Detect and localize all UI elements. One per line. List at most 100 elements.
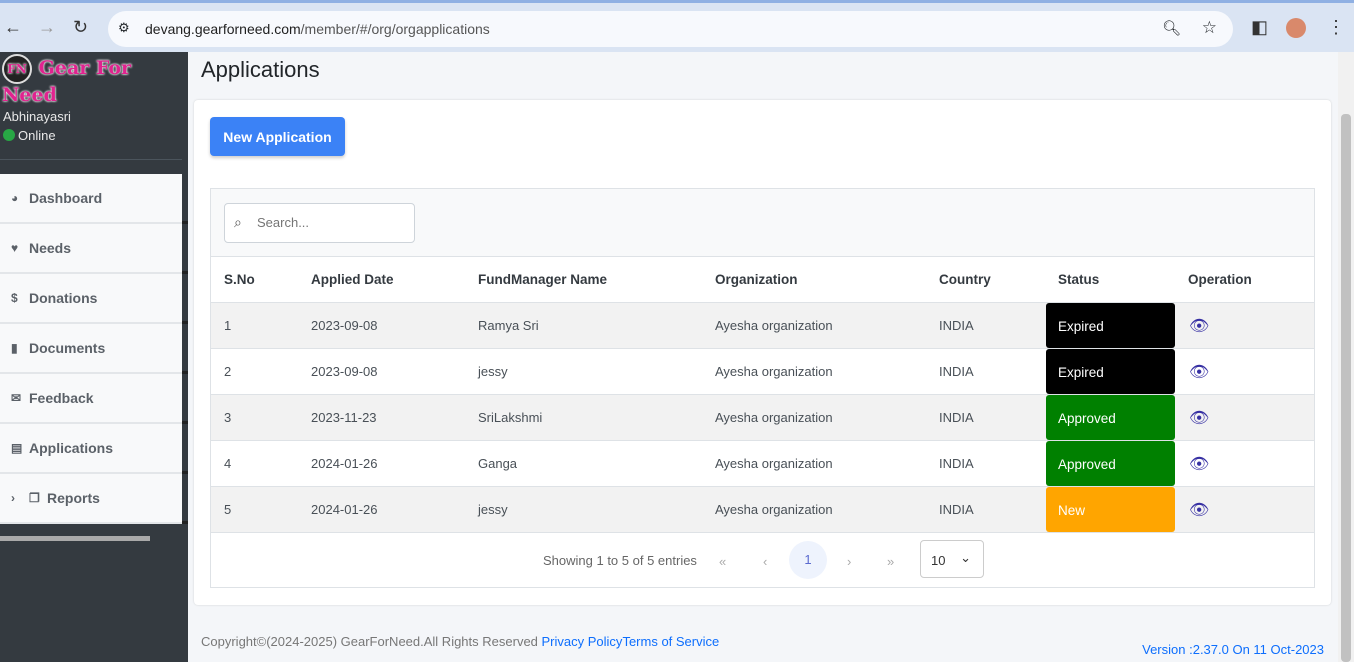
page-size-select[interactable]: 10 ⌄ (920, 540, 984, 578)
reload-icon[interactable]: ↻ (73, 17, 88, 38)
envelope-icon: ✉ (11, 391, 22, 405)
table-row: 4 2024-01-26 Ganga Ayesha organization INDIA… (211, 441, 1314, 487)
last-page-button[interactable]: » (887, 554, 894, 569)
cell-country: INDIA (939, 318, 974, 333)
user-status: Online (18, 128, 56, 143)
status-badge: Expired (1046, 303, 1175, 348)
sidebar-item-documents[interactable]: ▮ Documents (0, 324, 188, 374)
page-scrollbar[interactable] (1338, 52, 1354, 662)
page-1-button[interactable]: 1 (789, 541, 827, 579)
browser-toolbar: ← → ↻ ⚙ devang.gearforneed.com/member/#/… (0, 0, 1354, 52)
search-icon: ⌕ (234, 214, 242, 230)
online-dot-icon (3, 129, 15, 141)
profile-avatar[interactable] (1286, 18, 1306, 38)
url-path: /member/#/org/orgapplications (300, 21, 490, 37)
copy-icon: ❐ (29, 491, 40, 505)
forward-icon[interactable]: → (38, 17, 56, 38)
status-badge: New (1046, 487, 1175, 532)
status-badge: Approved (1046, 441, 1175, 486)
address-bar[interactable]: ⚙ devang.gearforneed.com/member/#/org/or… (108, 11, 1233, 47)
cell-sno: 4 (224, 456, 232, 471)
privacy-policy-link[interactable]: Privacy Policy (542, 634, 623, 649)
url-host: devang.gearforneed.com (145, 21, 301, 37)
dollar-icon: $ (11, 291, 18, 305)
sidebar-item-donations[interactable]: $ Donations (0, 274, 188, 324)
cell-date: 2023-09-08 (311, 364, 378, 379)
cell-country: INDIA (939, 364, 974, 379)
cell-name: jessy (478, 502, 508, 517)
new-application-button[interactable]: New Application (210, 117, 345, 156)
cell-country: INDIA (939, 502, 974, 517)
table-header: S.No Applied Date FundManager Name Organ… (211, 257, 1314, 303)
cell-name: Ganga (478, 456, 518, 471)
header-operation: Operation (1188, 272, 1252, 287)
status-badge: Approved (1046, 395, 1175, 440)
view-eye-icon[interactable]: 👁︎ (1189, 500, 1209, 520)
file-icon: ▮ (11, 341, 18, 355)
cell-date: 2024-01-26 (311, 456, 378, 471)
status-badge: Expired (1046, 349, 1175, 394)
header-fundmanager[interactable]: FundManager Name (478, 272, 607, 287)
view-eye-icon[interactable]: 👁︎ (1189, 454, 1209, 474)
header-applied-date[interactable]: Applied Date (311, 272, 394, 287)
search-box[interactable]: ⌕ (224, 203, 415, 243)
cell-org: Ayesha organization (715, 410, 833, 425)
cell-org: Ayesha organization (715, 502, 833, 517)
file-text-icon: ▤ (11, 441, 23, 455)
cell-country: INDIA (939, 456, 974, 471)
sidebar-item-feedback[interactable]: ✉ Feedback (0, 374, 188, 424)
sidebar-item-needs[interactable]: ♥ Needs (0, 224, 188, 274)
menu-icon[interactable]: ⋮ (1327, 17, 1345, 38)
header-status[interactable]: Status (1058, 272, 1099, 287)
user-name: Abhinayasri (3, 109, 71, 124)
pie-chart-icon: ◕ (11, 191, 19, 205)
page-title: Applications (201, 57, 320, 82)
cell-country: INDIA (939, 410, 974, 425)
cell-name: jessy (478, 364, 508, 379)
user-panel: Abhinayasri Online (3, 107, 71, 145)
view-eye-icon[interactable]: 👁︎ (1189, 362, 1209, 382)
pagination: Showing 1 to 5 of 5 entries « ‹ 1 › » 10… (211, 533, 1314, 588)
terms-link[interactable]: Terms of Service (622, 634, 719, 649)
cell-sno: 5 (224, 502, 232, 517)
version-text: Version :2.37.0 On 11 Oct-2023 (1142, 642, 1324, 657)
search-row: ⌕ (211, 189, 1314, 257)
cell-org: Ayesha organization (715, 456, 833, 471)
sidebar-scrollbar[interactable] (0, 536, 150, 541)
site-info-icon[interactable]: ⚙ (118, 20, 130, 36)
entries-info: Showing 1 to 5 of 5 entries (543, 553, 697, 568)
star-icon[interactable]: ☆ (1202, 18, 1217, 38)
sidebar-menu: ◕ Dashboard ♥ Needs $ Donations ▮ Documents … (0, 174, 188, 524)
sidebar-item-applications[interactable]: ▤ Applications (0, 424, 188, 474)
sidebar-item-reports[interactable]: › ❐ Reports (0, 474, 188, 524)
copyright-text: Copyright©(2024-2025) GearForNeed.All Ri… (201, 634, 542, 649)
side-panel-icon[interactable]: ◧ (1251, 17, 1268, 38)
table-row: 5 2024-01-26 jessy Ayesha organization INDIA… (211, 487, 1314, 533)
cell-date: 2023-09-08 (311, 318, 378, 333)
view-eye-icon[interactable]: 👁︎ (1189, 316, 1209, 336)
cell-date: 2024-01-26 (311, 502, 378, 517)
header-organization[interactable]: Organization (715, 272, 798, 287)
search-input[interactable] (257, 215, 407, 230)
zoom-icon[interactable]: 🔍︎ (1162, 19, 1181, 37)
cell-date: 2023-11-23 (311, 410, 377, 425)
footer: Copyright©(2024-2025) GearForNeed.All Ri… (188, 617, 1338, 662)
back-icon[interactable]: ← (4, 17, 22, 38)
cell-sno: 2 (224, 364, 232, 379)
sidebar-item-dashboard[interactable]: ◕ Dashboard (0, 174, 188, 224)
applications-table: ⌕ S.No Applied Date FundManager Name Org… (210, 188, 1315, 588)
cell-name: SriLakshmi (478, 410, 543, 425)
table-row: 2 2023-09-08 jessy Ayesha organization INDIA… (211, 349, 1314, 395)
logo[interactable]: FN Gear For Need (2, 54, 188, 106)
chevron-down-icon: ⌄ (960, 550, 971, 565)
chevron-right-icon: › (11, 491, 15, 505)
prev-page-button[interactable]: ‹ (763, 554, 767, 569)
cell-sno: 3 (224, 410, 232, 425)
first-page-button[interactable]: « (719, 554, 726, 569)
view-eye-icon[interactable]: 👁︎ (1189, 408, 1209, 428)
next-page-button[interactable]: › (847, 554, 851, 569)
cell-name: Ramya Sri (478, 318, 539, 333)
header-sno[interactable]: S.No (224, 272, 255, 287)
hand-heart-icon: ♥ (11, 241, 19, 255)
header-country[interactable]: Country (939, 272, 991, 287)
